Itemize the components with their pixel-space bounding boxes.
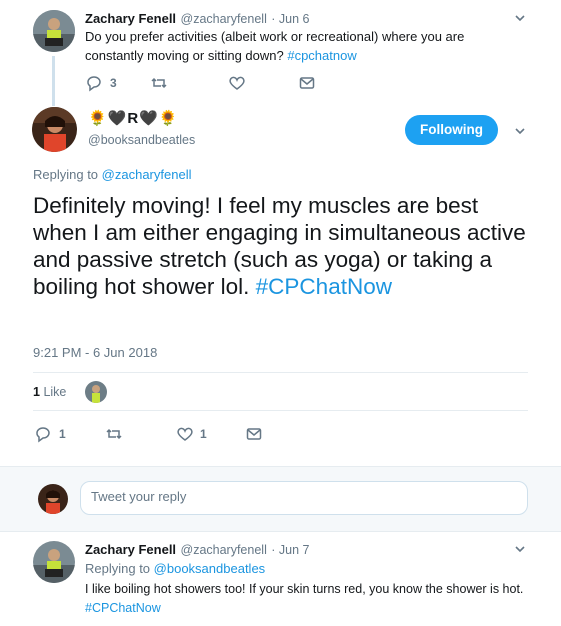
chevron-down-icon[interactable] [513, 124, 527, 138]
retweet-icon[interactable] [105, 425, 123, 443]
chevron-down-icon[interactable] [513, 11, 527, 25]
heart-icon[interactable] [228, 74, 246, 92]
likes-summary[interactable]: 1 Like [33, 385, 66, 399]
avatar [38, 484, 68, 514]
reply-composer: Tweet your reply [0, 467, 561, 531]
chevron-down-icon[interactable] [513, 542, 527, 556]
retweet-icon[interactable] [150, 74, 168, 92]
reply-count: 1 [59, 427, 66, 441]
heart-icon[interactable] [176, 425, 194, 443]
divider [33, 372, 528, 373]
divider [33, 410, 528, 411]
following-button[interactable]: Following [405, 115, 498, 145]
reply-count: 3 [110, 76, 117, 90]
thread-line [52, 56, 55, 106]
like-count: 1 [200, 427, 207, 441]
hashtag-link[interactable]: #CPChatNow [85, 601, 161, 615]
tweet-date[interactable]: · Jun 6 [271, 12, 309, 26]
reply-icon[interactable] [85, 74, 103, 92]
message-icon[interactable] [245, 425, 263, 443]
message-icon[interactable] [298, 74, 316, 92]
tweet-text: I like boiling hot showers too! If your … [85, 582, 524, 615]
replying-to: Replying to @zacharyfenell [33, 167, 192, 182]
hashtag-link[interactable]: #CPChatNow [256, 274, 392, 299]
author-handle[interactable]: @booksandbeatles [88, 133, 195, 147]
avatar[interactable] [32, 107, 77, 152]
divider [0, 531, 561, 532]
author-name[interactable]: Zachary Fenell [85, 542, 176, 557]
tweet-timestamp[interactable]: 9:21 PM - 6 Jun 2018 [33, 345, 157, 360]
likes-label: Like [43, 385, 67, 399]
replying-to-link[interactable]: @booksandbeatles [154, 561, 266, 576]
tweet-date[interactable]: · Jun 7 [271, 543, 309, 557]
replying-to-link[interactable]: @zacharyfenell [102, 167, 192, 182]
reply-icon[interactable] [34, 425, 52, 443]
avatar[interactable] [33, 10, 75, 52]
author-name[interactable]: Zachary Fenell [85, 11, 176, 26]
author-handle[interactable]: @zacharyfenell [181, 543, 267, 557]
avatar[interactable] [33, 541, 75, 583]
tweet-text: Definitely moving! I feel my muscles are… [33, 193, 526, 299]
likes-count: 1 [33, 385, 40, 399]
display-name[interactable]: 🌻🖤R🖤🌻 [88, 109, 179, 127]
replying-to: Replying to @booksandbeatles [85, 561, 266, 576]
author-handle[interactable]: @zacharyfenell [181, 12, 267, 26]
tweet-text: Do you prefer activities (albeit work or… [85, 29, 465, 63]
liker-avatar[interactable] [85, 381, 107, 403]
hashtag-link[interactable]: #cpchatnow [287, 48, 356, 63]
reply-input[interactable]: Tweet your reply [80, 481, 528, 515]
